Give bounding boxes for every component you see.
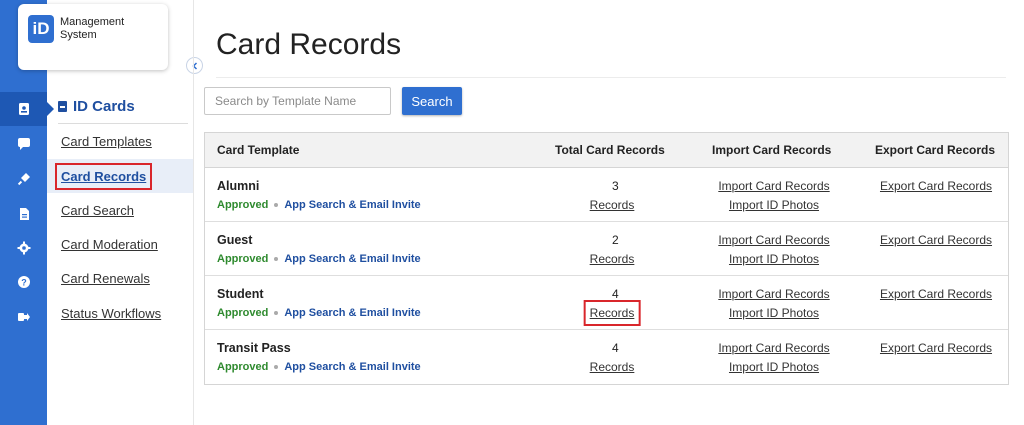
template-name: Student: [217, 287, 264, 301]
import-card-records-label[interactable]: Import Card Records: [718, 287, 829, 301]
subnav-divider: [193, 0, 194, 425]
export-card-records-link[interactable]: Export Card Records: [880, 287, 1024, 301]
logo-text-line1: Management: [60, 16, 125, 28]
records-link-label[interactable]: Records: [590, 360, 635, 374]
header-import-card-records: Import Card Records: [712, 143, 832, 157]
header-card-template: Card Template: [217, 143, 300, 157]
template-meta: Approved App Search & Email Invite: [217, 253, 421, 265]
export-card-records-label[interactable]: Export Card Records: [880, 287, 992, 301]
import-card-records-link[interactable]: Import Card Records: [718, 287, 885, 301]
import-id-photos-label[interactable]: Import ID Photos: [729, 306, 819, 320]
table-header: Card Template Total Card Records Import …: [205, 133, 1008, 168]
export-card-records-label[interactable]: Export Card Records: [880, 233, 992, 247]
template-name: Alumni: [217, 179, 260, 193]
subnav-item-card-search[interactable]: Card Search: [47, 193, 193, 227]
status-badge: Approved: [217, 253, 269, 265]
import-card-records-link[interactable]: Import Card Records: [718, 341, 885, 355]
table-row: Student Approved App Search & Email Invi…: [205, 276, 1008, 330]
table-row: Transit Pass Approved App Search & Email…: [205, 330, 1008, 384]
status-badge: Approved: [217, 361, 269, 373]
header-total-card-records: Total Card Records: [555, 143, 665, 157]
import-card-records-link[interactable]: Import Card Records: [718, 233, 885, 247]
subnav-item-card-templates[interactable]: Card Templates: [47, 124, 193, 158]
page-title: Card Records: [216, 28, 402, 61]
status-badge: Approved: [217, 307, 269, 319]
records-link[interactable]: Records: [583, 300, 657, 326]
subnav-title: ID Cards: [58, 98, 135, 115]
records-link-label[interactable]: Records: [583, 300, 641, 326]
records-link[interactable]: Records: [590, 198, 657, 212]
records-link[interactable]: Records: [590, 360, 657, 374]
separator-dot: [274, 257, 279, 261]
id-card-icon[interactable]: [0, 92, 54, 126]
collapse-sidebar-button[interactable]: [186, 57, 203, 74]
separator-dot: [274, 203, 279, 207]
logo-text: Management System: [60, 16, 124, 42]
records-link[interactable]: Records: [590, 252, 657, 266]
subnav-item-card-moderation[interactable]: Card Moderation: [47, 227, 193, 261]
subnav-item-label[interactable]: Card Moderation: [61, 237, 158, 252]
export-card-records-label[interactable]: Export Card Records: [880, 341, 992, 355]
import-id-photos-label[interactable]: Import ID Photos: [729, 360, 819, 374]
export-card-records-label[interactable]: Export Card Records: [880, 179, 992, 193]
template-meta: Approved App Search & Email Invite: [217, 361, 421, 373]
access-method: App Search & Email Invite: [284, 307, 421, 319]
import-id-photos-link[interactable]: Import ID Photos: [729, 198, 864, 212]
title-divider: [216, 77, 1006, 78]
logout-icon[interactable]: [0, 300, 47, 334]
logo-mark: iD: [28, 15, 54, 43]
app-logo: iD Management System: [18, 4, 168, 70]
records-link-label[interactable]: Records: [590, 252, 635, 266]
table-row: Guest Approved App Search & Email Invite…: [205, 222, 1008, 276]
card-records-table: Card Template Total Card Records Import …: [204, 132, 1009, 385]
export-card-records-link[interactable]: Export Card Records: [880, 341, 1024, 355]
table-row: Alumni Approved App Search & Email Invit…: [205, 168, 1008, 222]
status-badge: Approved: [217, 199, 269, 211]
access-method: App Search & Email Invite: [284, 253, 421, 265]
template-meta: Approved App Search & Email Invite: [217, 307, 421, 319]
access-method: App Search & Email Invite: [284, 361, 421, 373]
gear-icon[interactable]: [0, 231, 47, 265]
import-card-records-label[interactable]: Import Card Records: [718, 179, 829, 193]
chevron-left-icon: [191, 61, 197, 70]
subnav-item-status-workflows[interactable]: Status Workflows: [47, 296, 193, 330]
subnav-item-label[interactable]: Status Workflows: [61, 306, 161, 321]
subnav-item-label[interactable]: Card Renewals: [61, 271, 150, 286]
separator-dot: [274, 311, 279, 315]
template-name: Guest: [217, 233, 253, 247]
search-input[interactable]: [204, 87, 391, 115]
subnav-item-card-renewals[interactable]: Card Renewals: [47, 261, 193, 295]
template-name: Transit Pass: [217, 341, 291, 355]
subnav-item-label[interactable]: Card Records: [54, 162, 153, 190]
import-card-records-label[interactable]: Import Card Records: [718, 341, 829, 355]
separator-dot: [274, 365, 279, 369]
import-id-photos-label[interactable]: Import ID Photos: [729, 198, 819, 212]
logo-text-line2: System: [60, 29, 97, 41]
access-method: App Search & Email Invite: [284, 199, 421, 211]
records-link-label[interactable]: Records: [590, 198, 635, 212]
search-button[interactable]: Search: [402, 87, 462, 115]
import-id-photos-link[interactable]: Import ID Photos: [729, 360, 864, 374]
template-meta: Approved App Search & Email Invite: [217, 199, 421, 211]
import-card-records-label[interactable]: Import Card Records: [718, 233, 829, 247]
header-export-card-records: Export Card Records: [875, 143, 996, 157]
export-card-records-link[interactable]: Export Card Records: [880, 179, 1024, 193]
svg-text:?: ?: [21, 278, 27, 288]
id-card-icon: [58, 101, 67, 112]
subnav-title-label: ID Cards: [73, 98, 135, 115]
document-icon[interactable]: [0, 197, 47, 231]
import-id-photos-link[interactable]: Import ID Photos: [729, 252, 864, 266]
plug-icon[interactable]: [0, 162, 47, 196]
import-id-photos-link[interactable]: Import ID Photos: [729, 306, 864, 320]
chat-icon[interactable]: [0, 127, 47, 161]
subnav-item-card-records[interactable]: Card Records: [47, 159, 193, 193]
export-card-records-link[interactable]: Export Card Records: [880, 233, 1024, 247]
import-card-records-link[interactable]: Import Card Records: [718, 179, 885, 193]
import-id-photos-label[interactable]: Import ID Photos: [729, 252, 819, 266]
help-icon[interactable]: ?: [0, 265, 47, 299]
subnav-item-label[interactable]: Card Search: [61, 203, 134, 218]
subnav-item-label[interactable]: Card Templates: [61, 134, 152, 149]
